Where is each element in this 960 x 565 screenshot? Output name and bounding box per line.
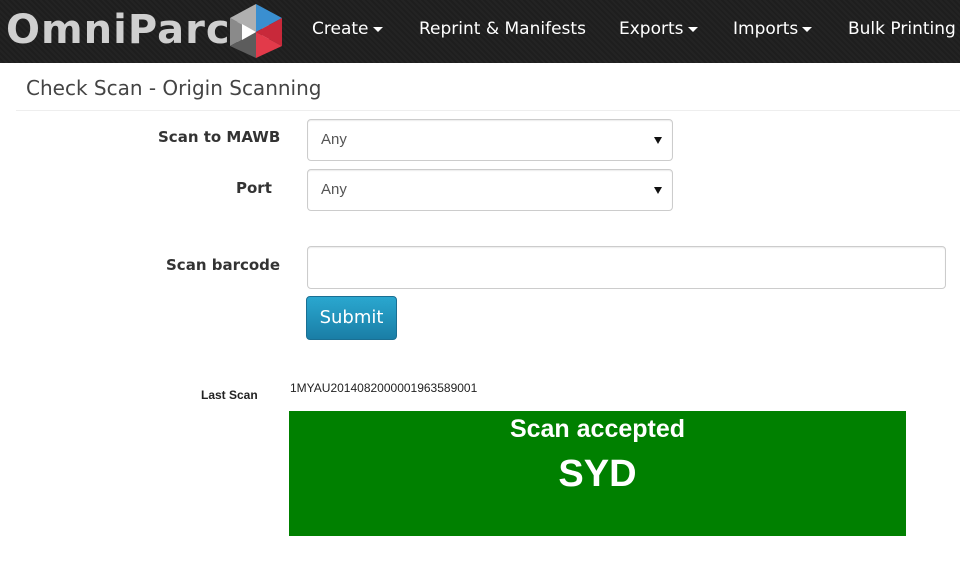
header-divider: [16, 110, 960, 111]
nav-create-label: Create: [312, 19, 369, 39]
nav-exports[interactable]: Exports: [619, 18, 698, 40]
last-scan-label: Last Scan: [201, 388, 258, 402]
scan-status-text: Scan accepted: [509, 415, 686, 443]
nav-reprint-label: Reprint & Manifests: [419, 19, 586, 39]
nav-create[interactable]: Create: [312, 18, 383, 40]
mawb-label: Scan to MAWB: [158, 128, 281, 146]
last-scan-barcode: 1MYAU20140820000019635890​01: [290, 381, 478, 395]
scan-result-panel: Scan accepted SYD: [289, 411, 906, 536]
nav-imports-label: Imports: [733, 19, 799, 39]
dropdown-arrow-icon: [654, 187, 662, 194]
mawb-select-value: Any: [321, 131, 347, 148]
nav-exports-label: Exports: [619, 19, 684, 39]
chevron-down-icon: [802, 26, 813, 32]
nav-reprint-manifests[interactable]: Reprint & Manifests: [419, 18, 586, 40]
scan-port-code: SYD: [558, 453, 637, 495]
submit-button[interactable]: Submit: [306, 296, 397, 340]
dropdown-arrow-icon: [654, 137, 662, 144]
barcode-input[interactable]: [307, 246, 946, 289]
top-navbar: OmniParcel Create Reprint & Manifests Ex…: [0, 0, 960, 63]
port-label: Port: [236, 179, 272, 197]
page-title: Check Scan - Origin Scanning: [26, 76, 322, 100]
nav-bulk-printing[interactable]: Bulk Printing: [848, 18, 960, 40]
omniparcel-logo-icon: [230, 4, 282, 58]
barcode-label: Scan barcode: [166, 256, 281, 274]
nav-bulk-printing-label: Bulk Printing: [848, 19, 956, 39]
port-select-value: Any: [321, 181, 347, 198]
nav-imports[interactable]: Imports: [733, 18, 813, 40]
chevron-down-icon: [687, 26, 698, 32]
mawb-select[interactable]: Any: [307, 119, 673, 161]
chevron-down-icon: [372, 26, 383, 32]
port-select[interactable]: Any: [307, 169, 673, 211]
